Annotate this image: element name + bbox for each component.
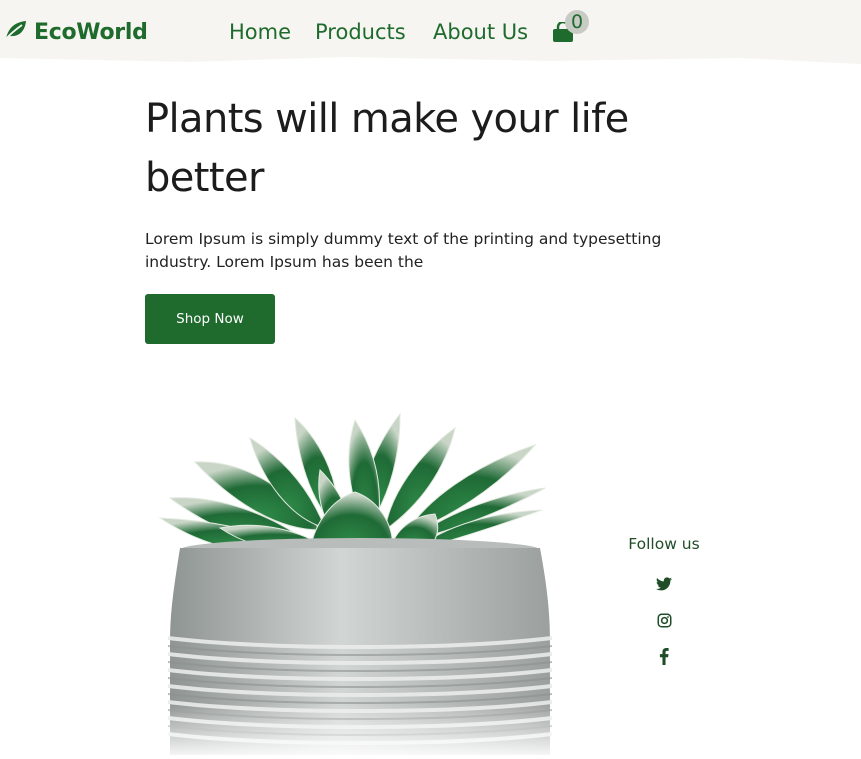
- hero-title: Plants will make your life better: [145, 96, 629, 201]
- brand-logo[interactable]: EcoWorld: [4, 19, 148, 45]
- twitter-icon[interactable]: [654, 574, 674, 594]
- nav-products[interactable]: Products: [315, 20, 406, 44]
- facebook-icon[interactable]: [654, 646, 674, 666]
- hero-description: Lorem Ipsum is simply dummy text of the …: [145, 230, 662, 271]
- follow-us-label: Follow us: [628, 535, 700, 553]
- instagram-icon[interactable]: [654, 610, 674, 630]
- leaf-icon: [4, 19, 28, 45]
- nav-about-us[interactable]: About Us: [433, 20, 528, 44]
- cart-count-badge: 0: [565, 10, 589, 34]
- nav-home[interactable]: Home: [229, 20, 291, 44]
- shop-now-button[interactable]: Shop Now: [145, 294, 275, 344]
- cart-button[interactable]: 0: [552, 10, 594, 46]
- succulent-plant-image: [150, 400, 570, 755]
- brand-name: EcoWorld: [34, 19, 148, 45]
